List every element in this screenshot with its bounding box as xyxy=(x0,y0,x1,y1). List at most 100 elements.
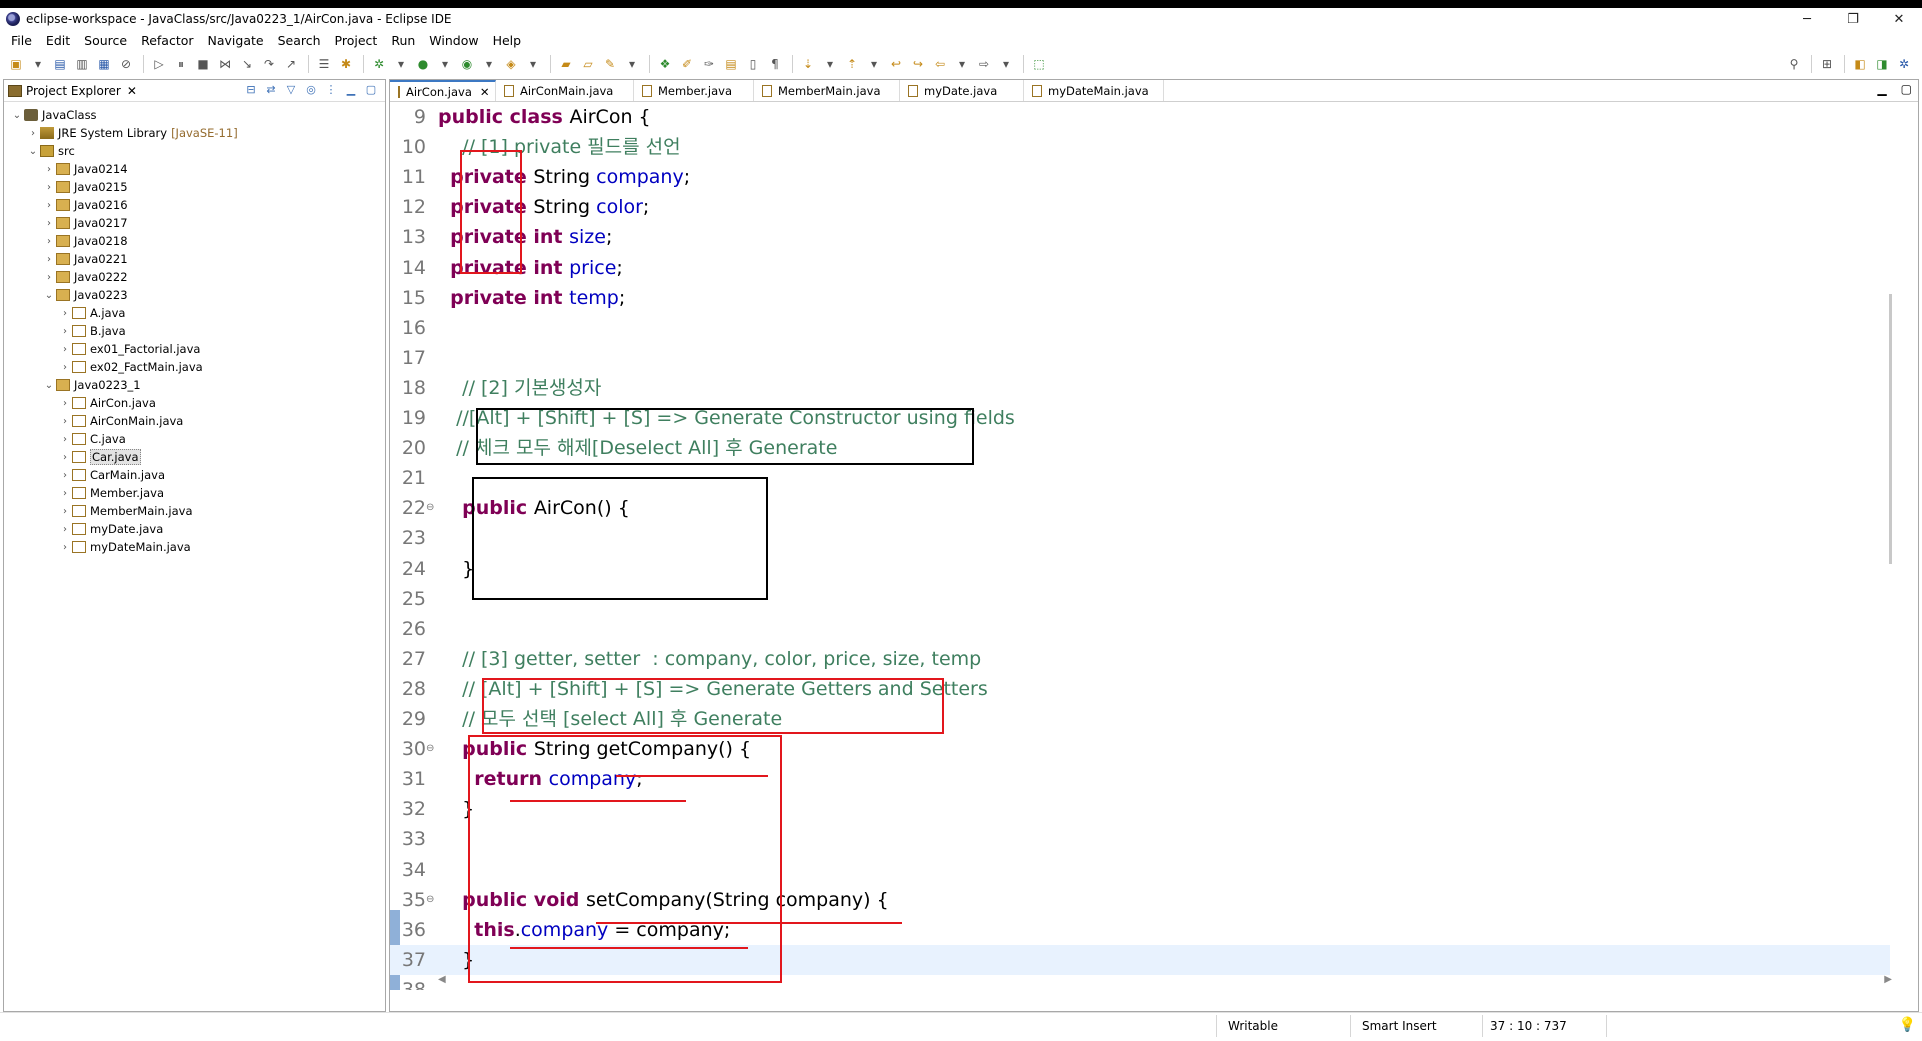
collapsed-chevron-icon[interactable]: › xyxy=(58,452,72,463)
tree-item[interactable]: › B.java xyxy=(4,322,385,340)
debug-icon[interactable]: ✲ xyxy=(369,54,389,74)
tree-item[interactable]: ⌄ Java0223_1 xyxy=(4,376,385,394)
scroll-left-icon[interactable]: ◀ xyxy=(438,974,446,985)
java-ee-perspective-icon[interactable]: ◧ xyxy=(1850,54,1870,74)
save-all-icon[interactable]: ▥ xyxy=(72,54,92,74)
collapsed-chevron-icon[interactable]: › xyxy=(42,182,56,193)
tree-item[interactable]: › MemberMain.java xyxy=(4,502,385,520)
menu-refactor[interactable]: Refactor xyxy=(134,33,200,48)
tree-item[interactable]: › Java0216 xyxy=(4,196,385,214)
code-area[interactable]: 38 37 } 36 this.company = company; 35 ⊖ publ… xyxy=(390,102,1898,990)
tree-item[interactable]: › Java0214 xyxy=(4,160,385,178)
dropdown-icon[interactable]: ▾ xyxy=(28,54,48,74)
step-into-icon[interactable]: ↘ xyxy=(237,54,257,74)
tree-item[interactable]: › Car.java xyxy=(4,448,385,466)
menu-file[interactable]: File xyxy=(4,33,39,48)
menu-window[interactable]: Window xyxy=(422,33,485,48)
close-icon[interactable]: ✕ xyxy=(1876,8,1922,30)
pilcrow-icon[interactable]: ¶ xyxy=(765,54,785,74)
editor-tab[interactable]: myDateMain.java xyxy=(1024,80,1164,101)
show-whitespace-icon[interactable]: ▯ xyxy=(743,54,763,74)
tree-item[interactable]: › Java0218 xyxy=(4,232,385,250)
dropdown-icon[interactable]: ▾ xyxy=(391,54,411,74)
minimize-icon[interactable]: ▁ xyxy=(343,83,359,96)
dropdown-icon[interactable]: ▾ xyxy=(864,54,884,74)
collapsed-chevron-icon[interactable]: › xyxy=(42,164,56,175)
collapse-all-icon[interactable]: ⊟ xyxy=(243,83,259,96)
editor-tab[interactable]: MemberMain.java xyxy=(754,80,900,101)
tip-bulb-icon[interactable]: 💡 xyxy=(1899,1017,1916,1033)
tree-item[interactable]: ⌄ src xyxy=(4,142,385,160)
tree-item[interactable]: › myDate.java xyxy=(4,520,385,538)
open-task-icon[interactable]: ✎ xyxy=(600,54,620,74)
collapsed-chevron-icon[interactable]: › xyxy=(58,308,72,319)
dropdown-icon[interactable]: ▾ xyxy=(820,54,840,74)
tree-item[interactable]: › AirCon.java xyxy=(4,394,385,412)
collapsed-chevron-icon[interactable]: › xyxy=(58,488,72,499)
external-tools-icon[interactable]: ✱ xyxy=(336,54,356,74)
menu-help[interactable]: Help xyxy=(486,33,529,48)
save-icon[interactable]: ▤ xyxy=(50,54,70,74)
scroll-right-icon[interactable]: ▶ xyxy=(1884,974,1892,985)
search-icon[interactable]: ⚲ xyxy=(1784,54,1804,74)
collapsed-chevron-icon[interactable]: › xyxy=(58,506,72,517)
run-icon[interactable]: ● xyxy=(413,54,433,74)
back-icon[interactable]: ⇦ xyxy=(930,54,950,74)
tree-item[interactable]: › C.java xyxy=(4,430,385,448)
dropdown-icon[interactable]: ▾ xyxy=(622,54,642,74)
terminate-icon[interactable]: ■ xyxy=(193,54,213,74)
view-menu-icon[interactable]: ⋮ xyxy=(323,83,339,96)
collapsed-chevron-icon[interactable]: › xyxy=(42,218,56,229)
dropdown-icon[interactable]: ▾ xyxy=(996,54,1016,74)
collapsed-chevron-icon[interactable]: › xyxy=(42,200,56,211)
expanded-chevron-icon[interactable]: ⌄ xyxy=(26,146,40,157)
forward-icon[interactable]: ⇨ xyxy=(974,54,994,74)
suspend-icon[interactable]: ⏸ xyxy=(171,54,191,74)
toggle-breadcrumb-icon[interactable]: ❖ xyxy=(655,54,675,74)
editor-tab[interactable]: AirConMain.java xyxy=(496,80,634,101)
collapsed-chevron-icon[interactable]: › xyxy=(26,128,40,139)
new-java-project-icon[interactable]: ▰ xyxy=(556,54,576,74)
tree-item[interactable]: › AirConMain.java xyxy=(4,412,385,430)
link-with-editor-icon[interactable]: ⇄ xyxy=(263,83,279,96)
skip-breakpoints-icon[interactable]: ⊘ xyxy=(116,54,136,74)
collapsed-chevron-icon[interactable]: › xyxy=(58,398,72,409)
last-edit-icon[interactable]: ↩ xyxy=(886,54,906,74)
filter-icon[interactable]: ▽ xyxy=(283,83,299,96)
collapsed-chevron-icon[interactable]: › xyxy=(42,272,56,283)
format-icon[interactable]: ☰ xyxy=(314,54,334,74)
tree-item[interactable]: › CarMain.java xyxy=(4,466,385,484)
new-icon[interactable]: ▣ xyxy=(6,54,26,74)
fold-toggle-icon[interactable]: ⊖ xyxy=(426,493,438,523)
tab-project-explorer[interactable]: Project Explorer ✕ xyxy=(8,84,137,98)
close-tab-icon[interactable]: ✕ xyxy=(480,85,490,99)
collapsed-chevron-icon[interactable]: › xyxy=(58,344,72,355)
collapsed-chevron-icon[interactable]: › xyxy=(58,362,72,373)
open-perspective-icon[interactable]: ⊞ xyxy=(1817,54,1837,74)
open-type-icon[interactable]: ▱ xyxy=(578,54,598,74)
minimize-icon[interactable]: ▁ xyxy=(1877,82,1886,96)
console-icon[interactable]: ▦ xyxy=(94,54,114,74)
menu-search[interactable]: Search xyxy=(271,33,328,48)
pin-editor-icon[interactable]: ⬚ xyxy=(1029,54,1049,74)
expanded-chevron-icon[interactable]: ⌄ xyxy=(42,290,56,301)
coverage-icon[interactable]: ◉ xyxy=(457,54,477,74)
debug-perspective-icon[interactable]: ✲ xyxy=(1894,54,1914,74)
restore-icon[interactable]: ❐ xyxy=(1830,8,1876,30)
tree-item[interactable]: › ex01_Factorial.java xyxy=(4,340,385,358)
collapsed-chevron-icon[interactable]: › xyxy=(58,470,72,481)
step-return-icon[interactable]: ↗ xyxy=(281,54,301,74)
resume-icon[interactable]: ▷ xyxy=(149,54,169,74)
dropdown-icon[interactable]: ▾ xyxy=(952,54,972,74)
disconnect-icon[interactable]: ⋈ xyxy=(215,54,235,74)
collapsed-chevron-icon[interactable]: › xyxy=(58,524,72,535)
java-perspective-icon[interactable]: ◨ xyxy=(1872,54,1892,74)
dropdown-icon[interactable]: ▾ xyxy=(435,54,455,74)
dropdown-icon[interactable]: ▾ xyxy=(479,54,499,74)
tree-item[interactable]: › Java0222 xyxy=(4,268,385,286)
tree-item[interactable]: ⌄ JavaClass xyxy=(4,106,385,124)
focus-icon[interactable]: ◎ xyxy=(303,83,319,96)
fold-toggle-icon[interactable]: ⊖ xyxy=(426,734,438,764)
menu-project[interactable]: Project xyxy=(328,33,385,48)
word-wrap-icon[interactable]: ▤ xyxy=(721,54,741,74)
